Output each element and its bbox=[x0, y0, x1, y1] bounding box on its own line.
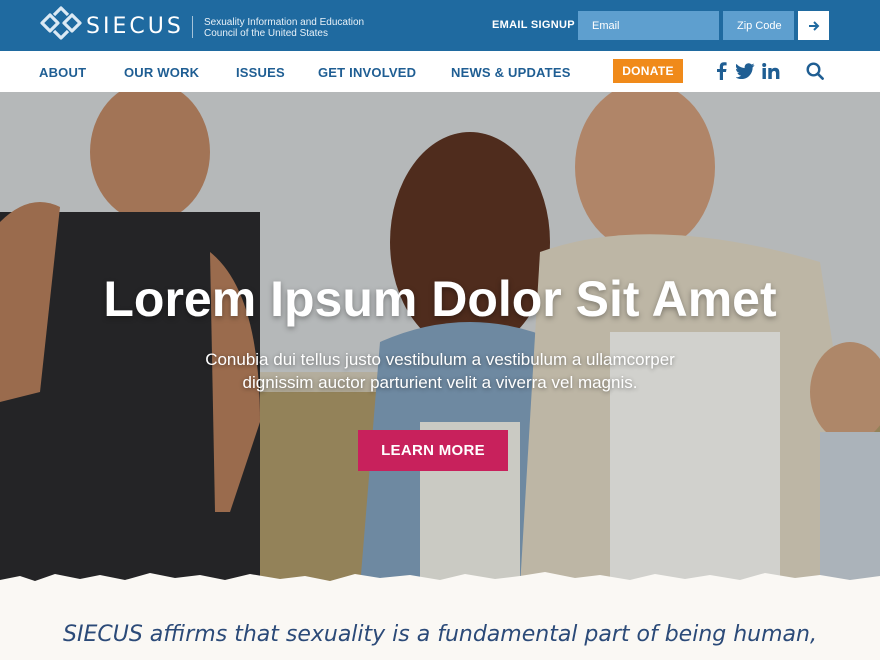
nav-item-issues[interactable]: ISSUES bbox=[236, 65, 285, 80]
hero-subtitle-line-1: Conubia dui tellus justo vestibulum a ve… bbox=[205, 350, 675, 369]
hero-section: Lorem Ipsum Dolor Sit Amet Conubia dui t… bbox=[0, 92, 880, 587]
facebook-icon[interactable] bbox=[711, 61, 731, 81]
twitter-icon[interactable] bbox=[735, 61, 755, 81]
nav-item-our-work[interactable]: OUR WORK bbox=[124, 65, 199, 80]
donate-button[interactable]: DONATE bbox=[613, 59, 683, 83]
nav-item-get-involved[interactable]: GET INVOLVED bbox=[318, 65, 416, 80]
learn-more-button[interactable]: LEARN MORE bbox=[358, 430, 508, 471]
nav-item-about[interactable]: ABOUT bbox=[39, 65, 86, 80]
brand-tagline: Sexuality Information and Education Coun… bbox=[204, 17, 394, 39]
brand-name[interactable]: SIECUS bbox=[86, 14, 184, 39]
hero-subtitle: Conubia dui tellus justo vestibulum a ve… bbox=[150, 348, 730, 394]
brand-divider bbox=[192, 16, 193, 38]
signup-submit-button[interactable] bbox=[798, 11, 829, 40]
mission-statement: SIECUS affirms that sexuality is a funda… bbox=[63, 622, 817, 647]
top-bar: SIECUS Sexuality Information and Educati… bbox=[0, 0, 880, 51]
main-nav: ABOUT OUR WORK ISSUES GET INVOLVED NEWS … bbox=[0, 51, 880, 92]
nav-item-news-updates[interactable]: NEWS & UPDATES bbox=[451, 65, 571, 80]
torn-paper-divider bbox=[0, 572, 880, 592]
hero-subtitle-line-2: dignissim auctor parturient velit a vive… bbox=[242, 373, 638, 392]
linkedin-icon[interactable] bbox=[761, 61, 781, 81]
hero-photo bbox=[0, 92, 880, 587]
email-input[interactable] bbox=[578, 11, 719, 40]
search-icon[interactable] bbox=[805, 61, 825, 81]
arrow-right-icon bbox=[808, 20, 819, 31]
email-signup-label: EMAIL SIGNUP bbox=[492, 19, 575, 31]
siecus-logo-icon[interactable] bbox=[38, 6, 84, 40]
hero-title: Lorem Ipsum Dolor Sit Amet bbox=[103, 271, 777, 327]
zip-code-input[interactable] bbox=[723, 11, 794, 40]
tagline-line-1: Sexuality Information and Education bbox=[204, 17, 365, 28]
tagline-line-2: Council of the United States bbox=[204, 28, 328, 39]
